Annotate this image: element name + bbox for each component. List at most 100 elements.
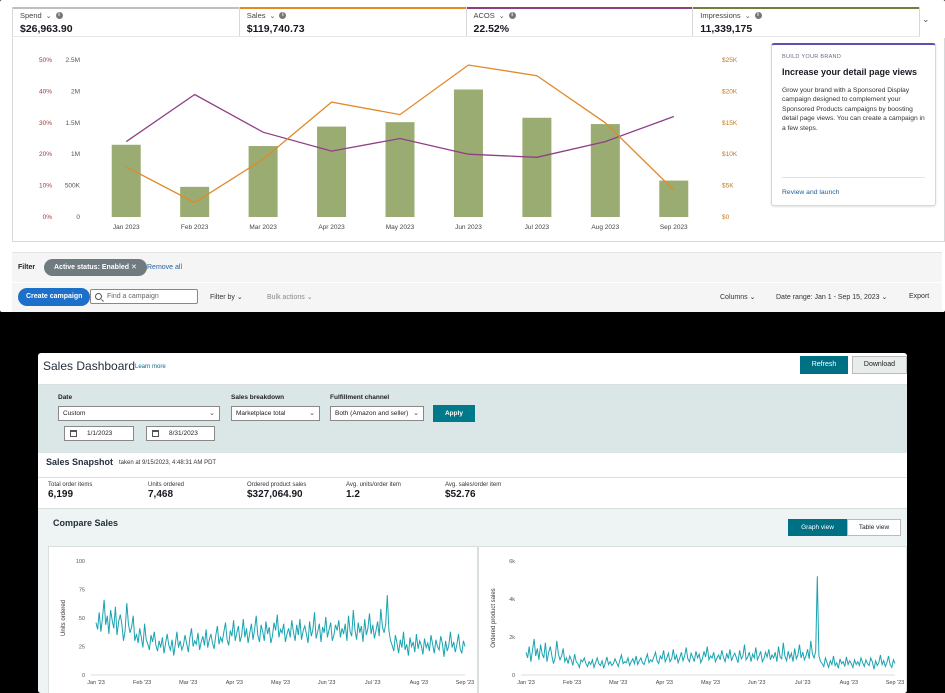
page-title: Sales Dashboard xyxy=(43,359,136,373)
chevron-down-icon: ⌄ xyxy=(413,410,419,417)
y-axis-acos-tick: 0% xyxy=(43,214,53,221)
create-campaign-button[interactable]: Create campaign xyxy=(18,288,91,306)
fulfillment-channel-select[interactable]: Both (Amazon and seller) ⌄ xyxy=(330,406,424,421)
y-axis-sales-tick: $10K xyxy=(722,151,738,158)
chevron-down-icon: ⌄ xyxy=(309,410,315,417)
metrics-bar: Spend ⌄ i $26,963.90 Sales ⌄ i $119,740.73 A… xyxy=(12,7,920,37)
series-line xyxy=(525,576,896,670)
chevron-down-icon[interactable]: ⌄ xyxy=(270,12,276,20)
y-axis-title: Ordered product sales xyxy=(491,588,497,647)
metric-accent xyxy=(13,7,239,9)
x-axis-tick: Mar '23 xyxy=(179,680,197,686)
x-axis-tick: Jul '23 xyxy=(365,680,381,686)
x-axis-tick: Apr 2023 xyxy=(318,224,345,231)
kpi-ordered-product-sales: Ordered product sales $327,064.90 xyxy=(247,482,306,500)
dashboard-header: Sales Dashboard Learn more Refresh Downl… xyxy=(38,353,907,385)
metric-acos[interactable]: ACOS ⌄ i 22.52% xyxy=(466,7,694,36)
impressions-bar xyxy=(453,89,483,217)
filter-row: Filter Active status: Enabled ✕ Remove a… xyxy=(12,252,942,282)
x-axis-tick: Jun 2023 xyxy=(455,224,482,231)
metric-sales[interactable]: Sales ⌄ i $119,740.73 xyxy=(239,7,467,36)
filter-by-label: Filter by xyxy=(210,294,235,301)
y-axis-impressions-tick: 1.5M xyxy=(66,120,80,127)
y-axis-acos-tick: 20% xyxy=(39,151,52,158)
metric-accent xyxy=(239,7,466,9)
impressions-bar xyxy=(248,146,278,217)
fulfillment-channel-label: Fulfillment channel xyxy=(330,394,390,401)
end-date-input[interactable]: 8/31/2023 xyxy=(146,426,215,441)
impressions-bar xyxy=(111,144,141,217)
ordered-sales-chart: 0 2k 4k 6k Ordered product sales Jan '23 Feb '… xyxy=(491,559,904,686)
metric-impressions[interactable]: Impressions ⌄ i 11,339,175 xyxy=(693,7,919,36)
x-axis-tick: May '23 xyxy=(701,680,720,686)
metric-name: ACOS xyxy=(473,11,495,20)
promo-title: Increase your detail page views xyxy=(782,67,918,77)
chevron-down-icon[interactable]: ⌄ xyxy=(745,12,751,20)
series-line xyxy=(95,595,466,657)
learn-more-link[interactable]: Learn more xyxy=(135,364,166,370)
table-view-tab[interactable]: Table view xyxy=(847,519,901,536)
date-range-dropdown[interactable]: Date range: Jan 1 - Sep 15, 2023 ⌄ xyxy=(776,293,887,301)
bulk-actions-dropdown[interactable]: Bulk actions ⌄ xyxy=(267,293,313,301)
x-axis-tick: Sep '23 xyxy=(456,680,474,686)
x-axis-tick: Jul '23 xyxy=(795,680,811,686)
download-button[interactable]: Download xyxy=(852,356,907,374)
review-and-launch-link[interactable]: Review and launch xyxy=(782,189,839,196)
y-axis-sales-tick: $5K xyxy=(722,183,734,190)
sales-breakdown-select[interactable]: Marketplace total ⌄ xyxy=(231,406,320,421)
metric-value: 11,339,175 xyxy=(700,23,753,35)
performance-chart: 0% 0 $0 10% 500K $5K 20% 1M $10K 30% 1.5M $15K 40% 2M… xyxy=(39,57,738,231)
filter-by-dropdown[interactable]: Filter by ⌄ xyxy=(210,293,243,301)
info-icon: i xyxy=(754,12,762,19)
kpi-label: Total order items xyxy=(48,482,93,488)
y-axis-tick: 100 xyxy=(76,559,85,565)
x-axis-tick: Aug 2023 xyxy=(591,224,619,231)
metric-spend[interactable]: Spend ⌄ i $26,963.90 xyxy=(13,7,240,36)
chevron-down-icon[interactable]: ⌄ xyxy=(46,12,52,20)
x-axis-tick: Feb '23 xyxy=(133,680,151,686)
start-date-input[interactable]: 1/1/2023 xyxy=(64,426,134,441)
expand-metrics-chevron-icon[interactable]: ⌄ xyxy=(922,14,930,25)
columns-label: Columns xyxy=(720,294,748,301)
metric-value: $26,963.90 xyxy=(20,23,73,35)
filter-chip-active-status[interactable]: Active status: Enabled ✕ xyxy=(44,259,147,276)
search-icon xyxy=(95,293,102,300)
remove-all-link[interactable]: Remove all xyxy=(147,264,182,271)
x-axis-tick: Mar 2023 xyxy=(249,224,277,231)
kpi-label: Avg. sales/order item xyxy=(445,482,502,488)
y-axis-sales-tick: $25K xyxy=(722,57,738,64)
filter-controls: Date Custom ⌄ 1/1/2023 8/31/2023 Sales br… xyxy=(38,385,907,453)
columns-dropdown[interactable]: Columns ⌄ xyxy=(720,293,755,301)
y-axis-impressions-tick: 1M xyxy=(71,151,80,158)
export-button[interactable]: Export xyxy=(909,293,929,300)
x-axis-tick: Jan '23 xyxy=(87,680,105,686)
y-axis-acos-tick: 40% xyxy=(39,88,52,95)
refresh-button[interactable]: Refresh xyxy=(800,356,848,374)
info-icon: i xyxy=(508,12,516,19)
y-axis-title: Units ordered xyxy=(61,600,67,636)
chevron-down-icon: ⌄ xyxy=(236,294,243,301)
start-date-value: 1/1/2023 xyxy=(87,430,113,437)
apply-button[interactable]: Apply xyxy=(433,405,475,422)
x-axis-tick: May '23 xyxy=(271,680,290,686)
close-icon[interactable]: ✕ xyxy=(131,264,137,271)
compare-sales-title: Compare Sales xyxy=(53,518,119,528)
kpi-row: Total order items 6,199 Units ordered 7,46… xyxy=(38,477,907,509)
units-ordered-chart-box: 0 25 50 75 100 Units ordered Jan '23 Feb '23 Mar… xyxy=(48,546,478,693)
action-row: Create campaign Find a campaign Filter b… xyxy=(12,283,942,312)
y-axis-impressions-tick: 2.5M xyxy=(66,57,80,64)
chevron-down-icon[interactable]: ⌄ xyxy=(499,12,505,20)
kpi-total-order-items: Total order items 6,199 xyxy=(48,482,92,500)
campaign-search-input[interactable]: Find a campaign xyxy=(90,289,198,304)
date-select[interactable]: Custom ⌄ xyxy=(58,406,220,421)
graph-view-tab[interactable]: Graph view xyxy=(788,519,847,536)
date-range-label: Date range: Jan 1 - Sep 15, 2023 xyxy=(776,294,880,301)
x-axis-tick: Jul 2023 xyxy=(525,224,550,231)
y-axis-tick: 0 xyxy=(82,673,85,679)
y-axis-sales-tick: $0 xyxy=(722,214,730,221)
kpi-units-ordered: Units ordered 7,468 xyxy=(148,482,184,500)
metric-name: Sales xyxy=(246,11,266,20)
x-axis-tick: Mar '23 xyxy=(609,680,627,686)
promo-card: BUILD YOUR BRAND Increase your detail pa… xyxy=(771,43,936,206)
kpi-avg-sales-per-order-item: Avg. sales/order item $52.76 xyxy=(445,482,501,500)
